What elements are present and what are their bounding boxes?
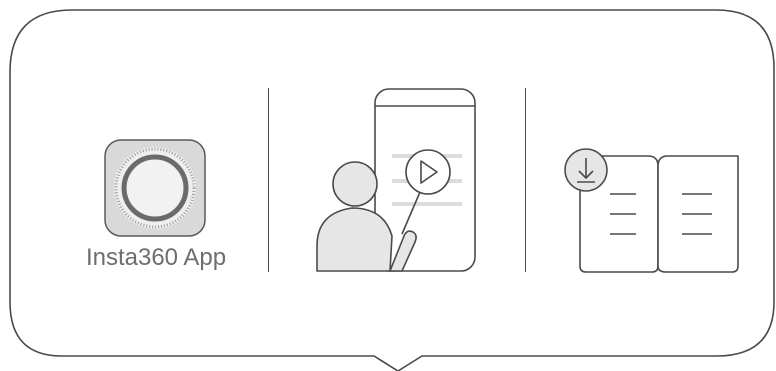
divider-left bbox=[268, 88, 269, 272]
help-callout: Insta360 App bbox=[0, 0, 776, 371]
video-tutorial-icon[interactable] bbox=[312, 86, 482, 276]
download-manual-icon[interactable] bbox=[560, 148, 745, 276]
insta360-app-icon bbox=[104, 139, 206, 237]
app-label: Insta360 App bbox=[85, 244, 227, 271]
insta360-app-option[interactable]: Insta360 App bbox=[78, 138, 234, 288]
divider-right bbox=[525, 88, 526, 272]
